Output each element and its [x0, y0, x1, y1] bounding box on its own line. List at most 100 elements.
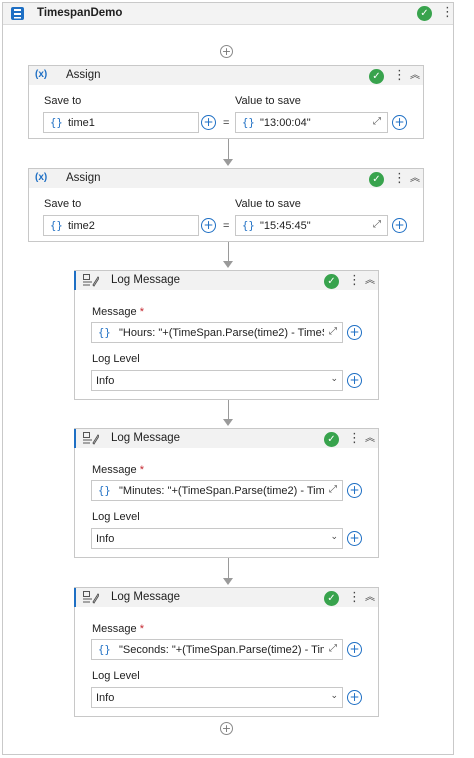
kebab-icon[interactable]: ⋮ — [393, 69, 406, 83]
check-circle-icon: ✓ — [324, 432, 339, 447]
activity-title: Assign — [66, 69, 101, 81]
check-circle-icon: ✓ — [417, 6, 432, 21]
save-to-value: time1 — [68, 117, 95, 129]
message-field[interactable]: {} "Hours: "+(TimeSpan.Parse(time2) - Ti… — [91, 322, 343, 343]
log-message-icon — [83, 432, 99, 445]
sequence-header[interactable]: TimespanDemo ✓ ⋮ — [3, 3, 454, 25]
activity-header[interactable]: (x) Assign ✓ ⋮ ︽ — [29, 66, 423, 85]
log-level-select[interactable]: Info ⌄ — [91, 370, 343, 391]
value-to-save-field[interactable]: {} "15:45:45" ⤢ — [235, 215, 388, 236]
add-variable-button[interactable]: + — [347, 690, 362, 705]
log-level-select[interactable]: Info ⌄ — [91, 528, 343, 549]
message-field[interactable]: {} "Seconds: "+(TimeSpan.Parse(time2) - … — [91, 639, 343, 660]
collapse-icon[interactable]: ︽ — [364, 274, 376, 288]
save-to-field[interactable]: {} time2 — [43, 215, 199, 236]
kebab-icon[interactable]: ⋮ — [348, 274, 361, 288]
required-marker: * — [139, 623, 144, 635]
activity-header[interactable]: Log Message ✓ ⋮ ︽ — [74, 429, 378, 448]
add-variable-button[interactable]: + — [201, 115, 216, 130]
log-level-value: Info — [96, 692, 115, 704]
activity-header[interactable]: (x) Assign ✓ ⋮ ︽ — [29, 169, 423, 188]
braces-icon: {} — [98, 644, 111, 656]
kebab-icon[interactable]: ⋮ — [348, 432, 361, 446]
connector-arrow — [223, 261, 233, 268]
add-variable-button[interactable]: + — [347, 642, 362, 657]
value-to-save-label: Value to save — [235, 198, 301, 210]
add-variable-button[interactable]: + — [347, 373, 362, 388]
collapse-icon[interactable]: ︽ — [409, 69, 421, 83]
connector-line — [228, 558, 229, 580]
activity-title: Log Message — [111, 591, 181, 603]
add-variable-button[interactable]: + — [392, 115, 407, 130]
required-marker: * — [139, 464, 144, 476]
collapse-icon[interactable]: ︽ — [364, 432, 376, 446]
collapse-icon[interactable]: ︽ — [409, 172, 421, 186]
expand-icon[interactable]: ⤢ — [329, 485, 339, 495]
braces-icon: {} — [50, 117, 63, 129]
expand-icon[interactable]: ⤢ — [373, 117, 383, 127]
assign-icon: (x) — [35, 69, 48, 80]
log-message-icon — [83, 591, 99, 604]
activity-title: Log Message — [111, 432, 181, 444]
save-to-value: time2 — [68, 220, 95, 232]
log-message-icon — [83, 274, 99, 287]
message-value: "Seconds: "+(TimeSpan.Parse(time2) - Tim — [119, 644, 324, 656]
value-to-save-value: "13:00:04" — [260, 117, 311, 129]
check-circle-icon: ✓ — [324, 274, 339, 289]
equals-sign: = — [223, 220, 230, 232]
log-level-select[interactable]: Info ⌄ — [91, 687, 343, 708]
log-message-activity[interactable]: Log Message ✓ ⋮ ︽ Message * {} "Seconds:… — [74, 587, 379, 717]
log-level-label: Log Level — [92, 670, 140, 682]
collapse-icon[interactable]: ︽ — [364, 591, 376, 605]
connector-line — [228, 400, 229, 421]
log-level-value: Info — [96, 533, 115, 545]
add-activity-button[interactable]: + — [220, 722, 233, 735]
kebab-icon[interactable]: ⋮ — [393, 172, 406, 186]
assign-icon: (x) — [35, 172, 48, 183]
sequence-title: TimespanDemo — [37, 7, 123, 19]
log-level-label: Log Level — [92, 511, 140, 523]
log-level-label: Log Level — [92, 353, 140, 365]
kebab-icon[interactable]: ⋮ — [348, 591, 361, 605]
message-label: Message * — [92, 623, 144, 635]
log-message-activity[interactable]: Log Message ✓ ⋮ ︽ Message * {} "Hours: "… — [74, 270, 379, 400]
add-variable-button[interactable]: + — [347, 325, 362, 340]
equals-sign: = — [223, 117, 230, 129]
message-field[interactable]: {} "Minutes: "+(TimeSpan.Parse(time2) - … — [91, 480, 343, 501]
activity-header[interactable]: Log Message ✓ ⋮ ︽ — [74, 588, 378, 607]
assign-activity[interactable]: (x) Assign ✓ ⋮ ︽ Save to Value to save {… — [28, 65, 424, 139]
activity-header[interactable]: Log Message ✓ ⋮ ︽ — [74, 271, 378, 290]
connector-arrow — [223, 419, 233, 426]
message-value: "Hours: "+(TimeSpan.Parse(time2) - TimeS — [119, 327, 324, 339]
add-variable-button[interactable]: + — [347, 531, 362, 546]
assign-activity[interactable]: (x) Assign ✓ ⋮ ︽ Save to Value to save {… — [28, 168, 424, 242]
activity-title: Assign — [66, 172, 101, 184]
log-message-activity[interactable]: Log Message ✓ ⋮ ︽ Message * {} "Minutes:… — [74, 428, 379, 558]
sequence-container: TimespanDemo ✓ ⋮ + (x) Assign ✓ ⋮ ︽ Save… — [2, 2, 454, 755]
expand-icon[interactable]: ⤢ — [329, 327, 339, 337]
expand-icon[interactable]: ⤢ — [329, 644, 339, 654]
check-circle-icon: ✓ — [324, 591, 339, 606]
kebab-icon[interactable]: ⋮ — [441, 6, 454, 20]
message-label: Message * — [92, 464, 144, 476]
braces-icon: {} — [98, 485, 111, 497]
check-circle-icon: ✓ — [369, 69, 384, 84]
save-to-field[interactable]: {} time1 — [43, 112, 199, 133]
braces-icon: {} — [242, 220, 255, 232]
log-level-value: Info — [96, 375, 115, 387]
add-variable-button[interactable]: + — [392, 218, 407, 233]
message-value: "Minutes: "+(TimeSpan.Parse(time2) - Tim… — [119, 485, 324, 497]
value-to-save-label: Value to save — [235, 95, 301, 107]
braces-icon: {} — [242, 117, 255, 129]
connector-line — [228, 242, 229, 263]
activity-title: Log Message — [111, 274, 181, 286]
value-to-save-field[interactable]: {} "13:00:04" ⤢ — [235, 112, 388, 133]
expand-icon[interactable]: ⤢ — [373, 220, 383, 230]
selection-accent — [74, 429, 76, 448]
add-activity-button[interactable]: + — [220, 45, 233, 58]
add-variable-button[interactable]: + — [347, 483, 362, 498]
check-circle-icon: ✓ — [369, 172, 384, 187]
connector-arrow — [223, 578, 233, 585]
braces-icon: {} — [50, 220, 63, 232]
add-variable-button[interactable]: + — [201, 218, 216, 233]
